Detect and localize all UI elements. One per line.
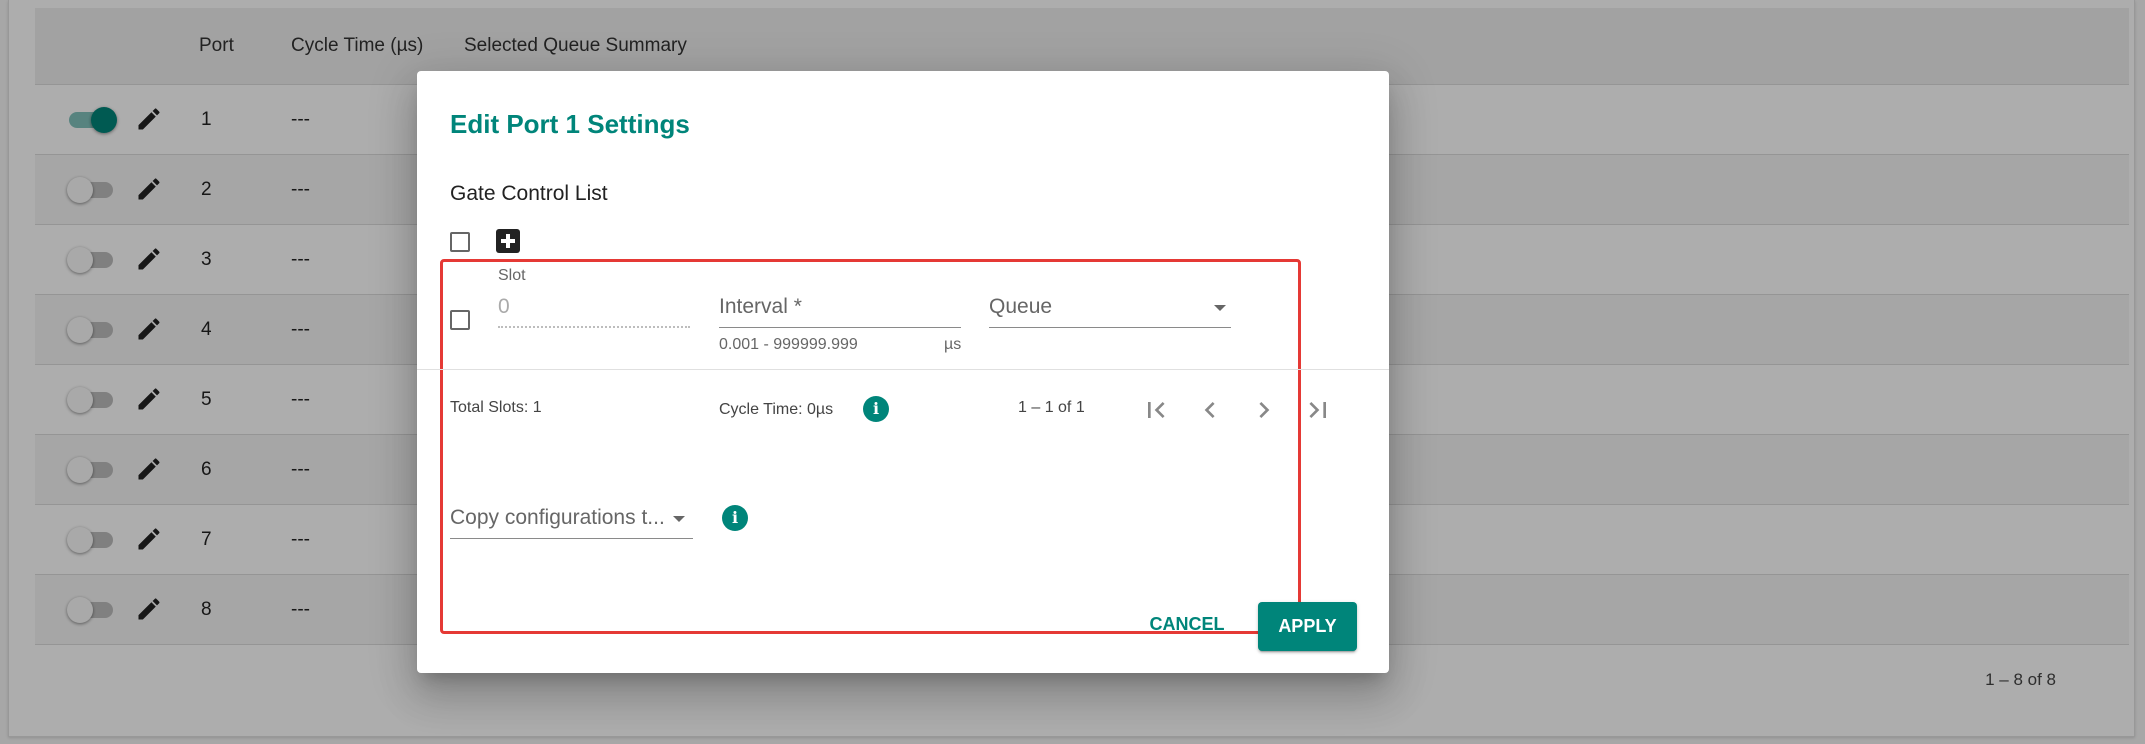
copy-configurations-select[interactable]: Copy configurations t... [450,506,665,530]
slot-field-underline [498,326,690,328]
slot-row-checkbox[interactable] [450,310,470,330]
copy-config-dropdown-arrow-icon[interactable] [673,516,685,522]
interval-hint: 0.001 - 999999.999 [719,336,858,353]
info-icon[interactable]: i [722,505,748,531]
first-page-icon[interactable] [1140,394,1172,426]
last-page-icon[interactable] [1302,394,1334,426]
queue-select-underline [989,327,1231,328]
slot-paginator-range: 1 – 1 of 1 [1018,399,1085,416]
apply-button[interactable]: Apply [1258,602,1357,651]
chevron-left-icon[interactable] [1194,394,1226,426]
interval-input-underline [719,327,961,328]
gate-control-list-title: Gate Control List [450,182,608,205]
list-separator [417,369,1389,370]
slot-label: Slot [498,267,526,284]
cancel-button[interactable]: Cancel [1137,602,1237,646]
edit-port-dialog: Edit Port 1 Settings Gate Control List S… [417,71,1389,673]
interval-unit: µs [944,336,962,353]
total-slots-text: Total Slots: 1 [450,399,542,416]
chevron-right-icon[interactable] [1248,394,1280,426]
cycle-time-text: Cycle Time: 0µs [719,401,834,418]
plus-box-icon[interactable] [496,229,520,253]
info-icon[interactable]: i [863,396,889,422]
queue-select[interactable]: Queue [989,295,1052,319]
dialog-title: Edit Port 1 Settings [450,109,690,139]
select-all-checkbox[interactable] [450,232,470,252]
interval-input[interactable]: Interval * [719,295,802,319]
queue-dropdown-arrow-icon[interactable] [1214,305,1226,311]
highlight-box [440,259,1301,634]
slot-value: 0 [498,295,510,318]
copy-config-underline [450,538,693,539]
